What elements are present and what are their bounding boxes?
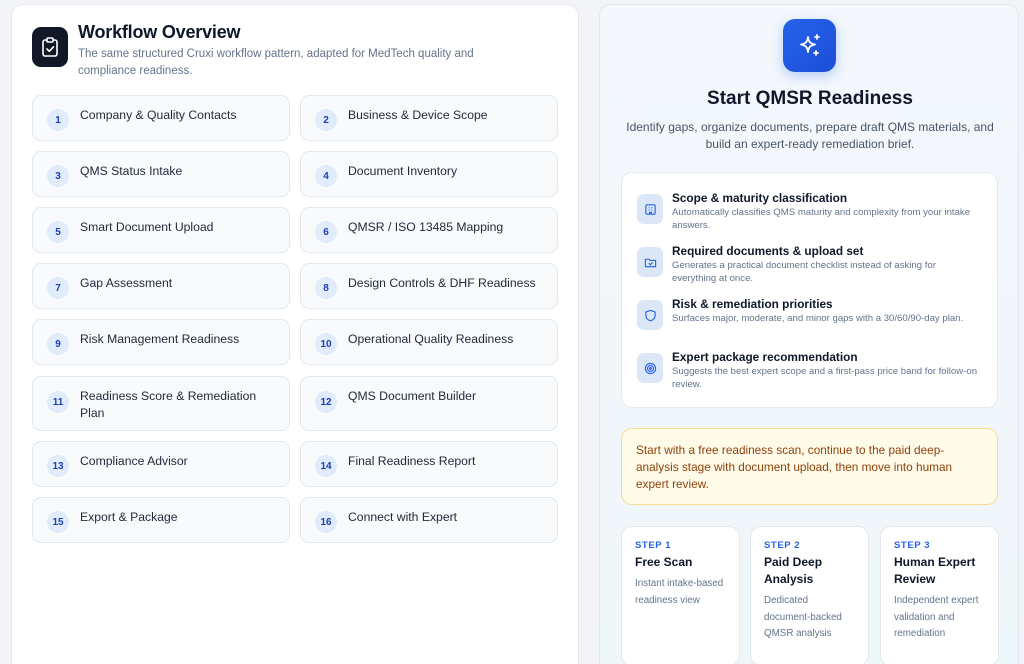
phase-description: Dedicated document-backed QMSR analysis	[764, 595, 842, 639]
workflow-step-card[interactable]: 9 Risk Management Readiness	[32, 319, 290, 365]
step-number-badge: 10	[315, 333, 337, 355]
workflow-step-card[interactable]: 8 Design Controls & DHF Readiness	[300, 263, 558, 309]
target-icon	[637, 353, 663, 383]
feature-title: Expert package recommendation	[672, 350, 858, 364]
phase-card-deep-analysis[interactable]: STEP 2 Paid Deep Analysis Dedicated docu…	[750, 526, 869, 664]
workflow-step-card[interactable]: 16 Connect with Expert	[300, 497, 558, 543]
step-label: Export & Package	[80, 510, 178, 524]
step-label: Risk Management Readiness	[80, 332, 240, 346]
step-number-badge: 12	[315, 391, 337, 413]
building-icon	[637, 194, 663, 224]
phase-card-free-scan[interactable]: STEP 1 Free Scan Instant intake-based re…	[621, 526, 740, 664]
step-label: Compliance Advisor	[80, 454, 188, 468]
workflow-step-card[interactable]: 12 QMS Document Builder	[300, 376, 558, 431]
step-number-badge: 8	[315, 277, 337, 299]
step-label: Connect with Expert	[348, 510, 458, 524]
workflow-step-card[interactable]: 4 Document Inventory	[300, 151, 558, 197]
workflow-step-card[interactable]: 13 Compliance Advisor	[32, 441, 290, 487]
step-number-badge: 5	[47, 221, 69, 243]
step-label: Document Inventory	[348, 164, 458, 178]
step-number-badge: 6	[315, 221, 337, 243]
readiness-title: Start QMSR Readiness	[707, 88, 913, 109]
step-label: Business & Device Scope	[348, 108, 488, 122]
phase-title: Free Scan	[635, 555, 693, 569]
workflow-step-card[interactable]: 14 Final Readiness Report	[300, 441, 558, 487]
step-label: Company & Quality Contacts	[80, 108, 237, 122]
step-label: Readiness Score & Remediation Plan	[80, 389, 257, 420]
step-number-badge: 3	[47, 165, 69, 187]
feature-title: Scope & maturity classification	[672, 191, 848, 205]
phase-description: Independent expert validation and remedi…	[894, 595, 979, 639]
readiness-description: Identify gaps, organize documents, prepa…	[626, 120, 994, 151]
phase-title: Paid Deep Analysis	[764, 555, 823, 586]
clipboard-check-icon	[32, 27, 68, 67]
step-number-badge: 1	[47, 109, 69, 131]
feature-description: Automatically classifies QMS maturity an…	[672, 207, 971, 231]
feature-title: Risk & remediation priorities	[672, 297, 833, 311]
step-number-badge: 15	[47, 511, 69, 533]
phase-card-expert-review[interactable]: STEP 3 Human Expert Review Independent e…	[880, 526, 999, 664]
step-label: Operational Quality Readiness	[348, 332, 514, 346]
workflow-step-card[interactable]: 5 Smart Document Upload	[32, 207, 290, 253]
step-label: QMS Status Intake	[80, 164, 183, 178]
folder-upload-icon	[637, 247, 663, 277]
feature-description: Suggests the best expert scope and a fir…	[672, 366, 978, 390]
feature-description: Surfaces major, moderate, and minor gaps…	[672, 313, 964, 324]
phase-step-label: STEP 1	[635, 540, 672, 551]
workflow-step-card[interactable]: 6 QMSR / ISO 13485 Mapping	[300, 207, 558, 253]
workflow-step-card[interactable]: 11 Readiness Score & Remediation Plan	[32, 376, 290, 431]
step-label: QMSR / ISO 13485 Mapping	[348, 220, 504, 234]
step-label: Design Controls & DHF Readiness	[348, 276, 536, 290]
pricing-notice: Start with a free readiness scan, contin…	[621, 428, 998, 505]
step-number-badge: 11	[47, 391, 69, 413]
step-label: Smart Document Upload	[80, 220, 214, 234]
workflow-step-card[interactable]: 15 Export & Package	[32, 497, 290, 543]
step-number-badge: 4	[315, 165, 337, 187]
step-number-badge: 16	[315, 511, 337, 533]
features-card: Scope & maturity classification Automati…	[621, 172, 998, 408]
page-subtitle: The same structured Cruxi workflow patte…	[78, 48, 474, 77]
step-label: QMS Document Builder	[348, 389, 477, 403]
sparkles-icon	[783, 19, 836, 72]
phase-step-label: STEP 3	[894, 540, 931, 551]
qmsr-readiness-panel: Start QMSR Readiness Identify gaps, orga…	[599, 4, 1019, 664]
phase-step-label: STEP 2	[764, 540, 801, 551]
shield-icon	[637, 300, 663, 330]
step-label: Gap Assessment	[80, 276, 173, 290]
workflow-step-card[interactable]: 3 QMS Status Intake	[32, 151, 290, 197]
step-number-badge: 2	[315, 109, 337, 131]
step-label: Final Readiness Report	[348, 454, 476, 468]
feature-description: Generates a practical document checklist…	[672, 260, 936, 284]
step-number-badge: 9	[47, 333, 69, 355]
workflow-step-card[interactable]: 10 Operational Quality Readiness	[300, 319, 558, 365]
workflow-step-card[interactable]: 2 Business & Device Scope	[300, 95, 558, 141]
page-title: Workflow Overview	[78, 22, 241, 42]
phase-title: Human Expert Review	[894, 555, 976, 586]
workflow-step-card[interactable]: 1 Company & Quality Contacts	[32, 95, 290, 141]
feature-title: Required documents & upload set	[672, 244, 864, 258]
phase-description: Instant intake-based readiness view	[635, 578, 724, 606]
step-number-badge: 7	[47, 277, 69, 299]
step-number-badge: 13	[47, 455, 69, 477]
step-number-badge: 14	[315, 455, 337, 477]
workflow-step-card[interactable]: 7 Gap Assessment	[32, 263, 290, 309]
workflow-overview-panel: Workflow Overview The same structured Cr…	[11, 4, 579, 664]
